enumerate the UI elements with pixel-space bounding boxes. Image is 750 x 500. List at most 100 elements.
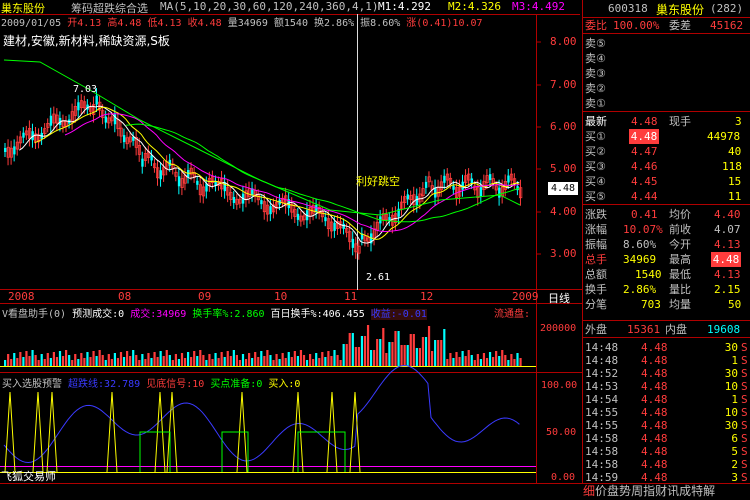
sell-row[interactable]: 卖③ [583, 66, 748, 81]
buy-row[interactable]: 买④ 4.45 15 [583, 174, 748, 189]
candle-body [122, 135, 126, 143]
volume-bar [412, 334, 415, 366]
volume-bar [150, 358, 153, 366]
volume-bar [25, 351, 28, 366]
volume-bar [55, 357, 59, 366]
tab-deal[interactable]: 成 [679, 484, 691, 498]
volume-bar [315, 353, 318, 366]
volume-bar [482, 353, 486, 366]
tab-pan[interactable]: 盘 [607, 484, 619, 498]
volume-bar [34, 355, 37, 366]
volume-bar [19, 352, 22, 366]
tab-trend[interactable]: 势 [619, 484, 631, 498]
volume-bar [171, 360, 174, 366]
stat-value: 8.60% [623, 238, 657, 251]
volume-bar [46, 353, 49, 366]
candle-body [507, 175, 510, 183]
volume-bar [391, 342, 394, 366]
high-value: 4.48 [117, 18, 142, 29]
stat-label: 分笔 [585, 298, 607, 311]
stat-row: 振幅 8.60% 今开 4.13 [583, 237, 748, 252]
tab-feature[interactable]: 特 [691, 484, 703, 498]
volume-title[interactable]: V看盘助手(0) [2, 309, 66, 320]
volume-bar [95, 356, 98, 366]
tab-week[interactable]: 周 [631, 484, 643, 498]
volume-bar [296, 356, 299, 366]
volume-bar [214, 353, 217, 366]
x-label: 10 [274, 290, 288, 303]
tab-news[interactable]: 讯 [667, 484, 679, 498]
buy-row[interactable]: 买① 4.48 44978 [583, 129, 748, 144]
volume-bar [190, 357, 193, 366]
tab-price[interactable]: 价 [595, 484, 607, 498]
volume-bar [107, 354, 110, 366]
candle-body [333, 222, 336, 231]
volume-bar [202, 355, 205, 366]
volume-bar [187, 352, 190, 366]
turnover-value: 2.86% [324, 18, 355, 29]
volume-bar [339, 360, 342, 366]
signal-title[interactable]: 买入选股预警 [2, 379, 62, 390]
volume-bar [327, 351, 330, 366]
stat-label: 最低 [669, 268, 691, 281]
sell-row[interactable]: 卖⑤ [583, 36, 748, 51]
ma-line [34, 106, 520, 240]
wei-cha-value: 45162 [710, 19, 744, 32]
sell-row[interactable]: 卖① [583, 96, 748, 111]
candle-body [13, 146, 16, 155]
buy-row[interactable]: 买③ 4.46 118 [583, 159, 748, 174]
volume-bar [385, 353, 388, 366]
hundred-text: 百日换手%:406.455 [270, 309, 365, 320]
buy-row[interactable]: 买⑤ 4.44 11 [583, 189, 748, 204]
candle-body [443, 175, 446, 183]
volume-bar [443, 329, 446, 366]
stat-label: 最高 [669, 253, 691, 266]
sell-row[interactable]: 卖④ [583, 51, 748, 66]
stat-label: 涨跌 [585, 208, 607, 221]
volume-bar [302, 355, 306, 366]
period-label[interactable]: 日线 [548, 290, 570, 306]
buy-volume: 40 [728, 145, 742, 158]
volume-bar [28, 356, 31, 366]
signal-y-tick: 0.00 [551, 472, 576, 483]
volume-bar [415, 348, 418, 366]
stat-label: 总手 [585, 253, 607, 266]
stat-row: 总额 1540 最低 4.13 [583, 267, 748, 282]
candle-body [315, 205, 318, 213]
candle-body [150, 155, 153, 161]
latest-row: 最新 4.48 现手 3 [583, 114, 748, 129]
volume-bar [61, 356, 65, 366]
volume-bar [208, 354, 211, 366]
candle-body [77, 102, 80, 111]
outer-value: 15361 [627, 323, 661, 336]
candle-body [470, 178, 474, 184]
volume-bar [504, 355, 507, 366]
candle-body [415, 196, 419, 206]
buy-volume: 44978 [707, 130, 741, 143]
quote-count: (282) [710, 2, 744, 15]
volume-bar [370, 350, 373, 366]
tab-explain[interactable]: 解 [703, 484, 715, 498]
tab-finance[interactable]: 财 [655, 484, 667, 498]
volume-bar [165, 350, 168, 366]
volume-bar [135, 355, 138, 366]
candle-body [22, 132, 25, 138]
buy-signal: 买入:0 [268, 379, 301, 390]
tab-index[interactable]: 指 [643, 484, 655, 498]
buy-spike [46, 391, 58, 473]
sell-label: 卖① [585, 97, 606, 110]
buy-row[interactable]: 买② 4.47 40 [583, 144, 748, 159]
volume-bar [312, 359, 315, 366]
candle-body [95, 95, 98, 105]
x-label: 12 [420, 290, 434, 303]
volume-bar [104, 360, 107, 366]
sell-row[interactable]: 卖② [583, 81, 748, 96]
volume-bar [498, 356, 501, 366]
buy-label: 买② [585, 145, 606, 158]
volume-bar [86, 352, 89, 366]
volume-bar [495, 351, 498, 366]
volume-bar [519, 358, 522, 366]
latest-label: 最新 [585, 115, 607, 128]
volume-bar [376, 339, 379, 366]
tab-detail[interactable]: 细 [583, 484, 595, 498]
